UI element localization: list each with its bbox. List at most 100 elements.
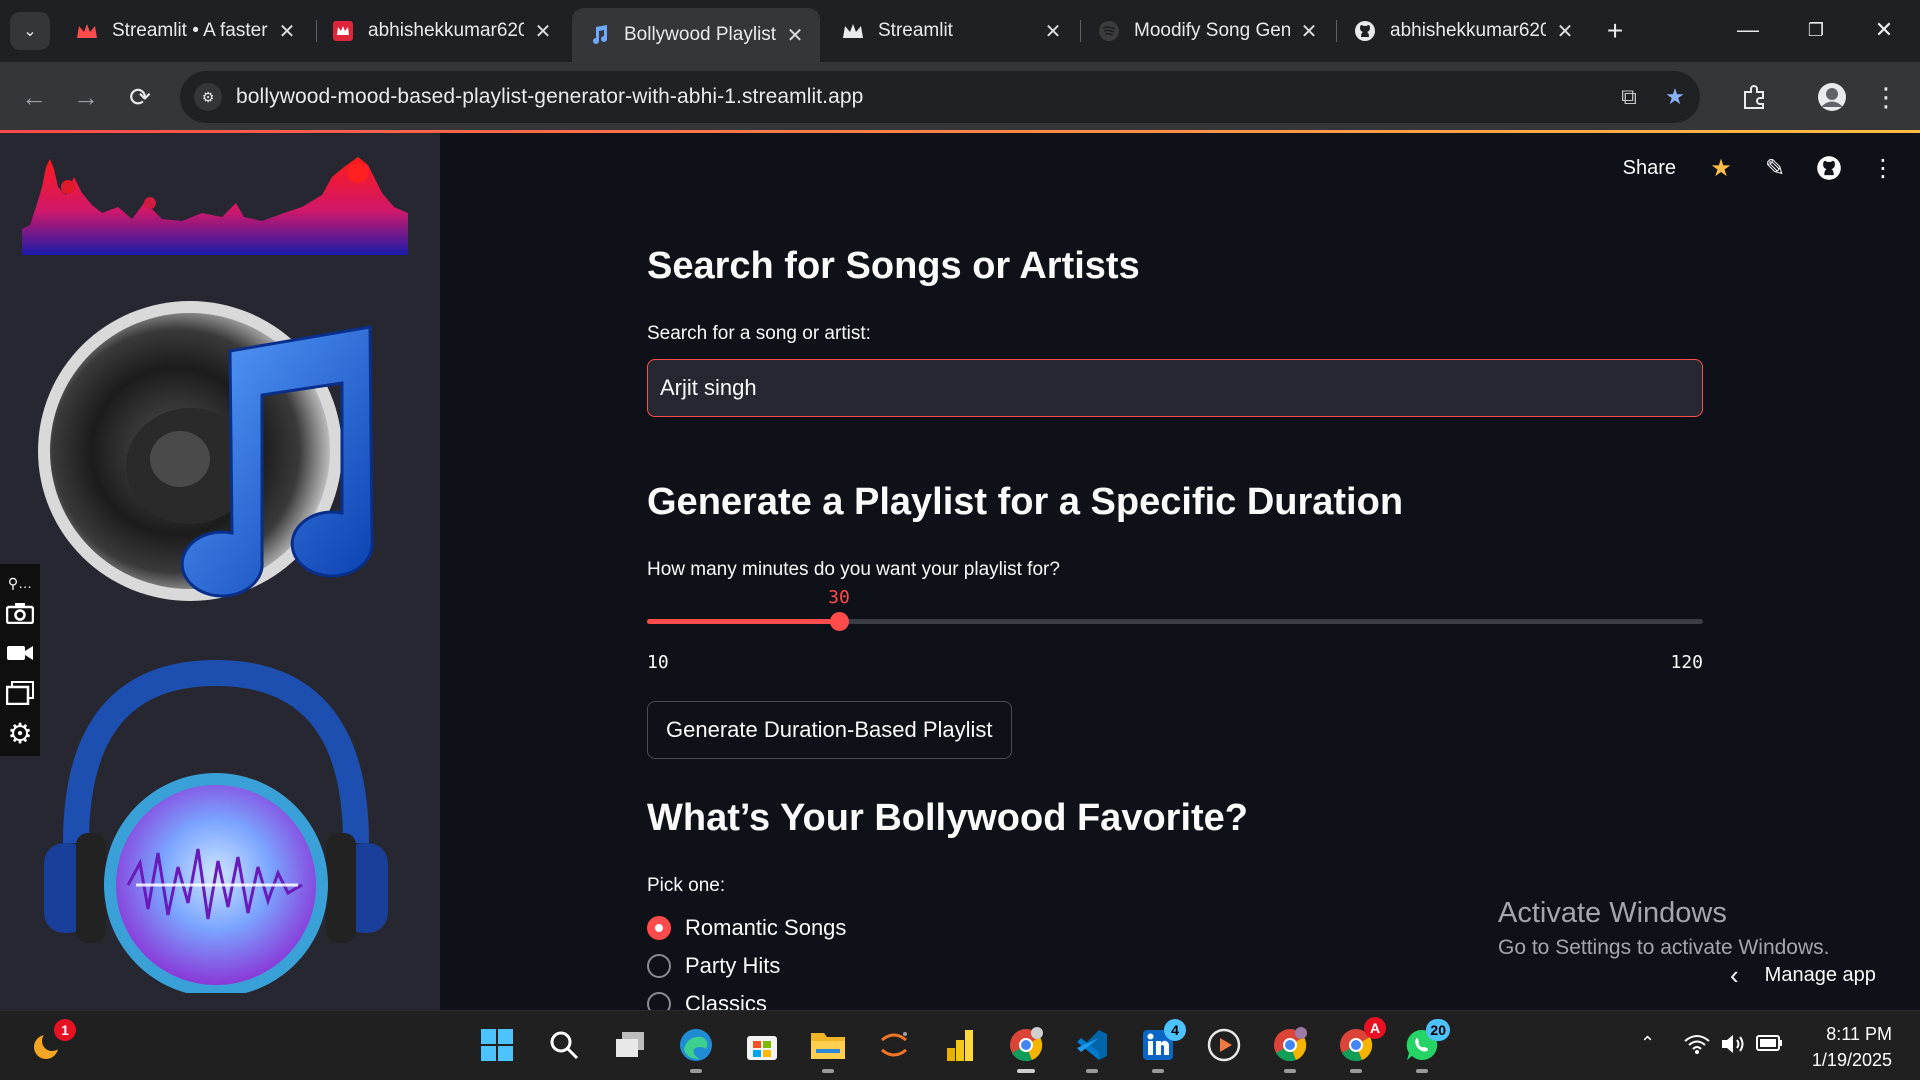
clock-time: 8:11 PM [1826,1024,1892,1044]
chrome-icon[interactable] [1004,1023,1048,1073]
windows-taskbar: 1 4 A 20 ⌃ 8:11 PM 1/19/2025 [0,1010,1920,1080]
tab-title: Streamlit • A faster [112,20,268,41]
window-capture-icon[interactable] [5,678,35,708]
video-camera-icon[interactable] [5,638,35,668]
browser-tab-1[interactable]: abhishekkumar620 ✕ [316,10,568,52]
show-hidden-icons-chevron-up-icon[interactable]: ⌃ [1640,1033,1655,1054]
whatsapp-icon[interactable]: 20 [1400,1019,1450,1073]
restore-button[interactable]: ❐ [1796,12,1836,48]
activate-title: Activate Windows [1498,897,1727,929]
duration-label: How many minutes do you want your playli… [647,559,1060,580]
radio-option-classics[interactable]: Classics [647,991,767,1010]
slider-min-label: 10 [647,652,669,673]
notification-badge: 1 [54,1019,76,1041]
window-close-button[interactable]: ✕ [1864,12,1904,48]
streamlit-crown-icon [842,20,864,42]
linkedin-icon[interactable]: 4 [1136,1019,1186,1073]
close-icon[interactable]: ✕ [1554,20,1576,43]
favorite-heading: What’s Your Bollywood Favorite? [647,797,1249,839]
jupyter-icon[interactable] [872,1023,916,1067]
slider-thumb[interactable] [830,612,849,631]
linkedin-badge: 4 [1164,1019,1186,1041]
close-icon[interactable]: ✕ [1042,20,1064,43]
weather-widget-icon[interactable]: 1 [26,1019,76,1067]
share-button[interactable]: Share [1623,157,1676,180]
tab-title: Streamlit [878,20,953,41]
task-view-icon[interactable] [608,1023,652,1067]
browser-tab-bar: ⌄ Streamlit • A faster ✕ abhishekkumar62… [0,0,1920,62]
radio-option-party[interactable]: Party Hits [647,953,780,979]
search-label: Search for a song or artist: [647,323,871,344]
system-clock[interactable]: 8:11 PM 1/19/2025 [1812,1021,1892,1073]
browser-tab-5[interactable]: abhishekkumar620 ✕ [1338,10,1590,52]
close-icon[interactable]: ✕ [276,20,298,43]
browser-tab-0[interactable]: Streamlit • A faster ✕ [60,10,312,52]
back-arrow-icon[interactable]: ← [16,79,52,115]
microsoft-store-icon[interactable] [740,1023,784,1067]
app-header: Share ★ ✎ ⋮ [1623,151,1900,185]
radio-label: Classics [685,991,767,1010]
site-info-icon[interactable]: ⚙ [194,83,222,111]
browser-tab-4[interactable]: Moodify Song Gen ✕ [1082,10,1334,52]
radio-option-romantic[interactable]: Romantic Songs [647,915,846,941]
wifi-icon[interactable] [1684,1033,1710,1061]
star-icon[interactable]: ★ [1704,151,1738,185]
spotify-icon [1098,20,1120,42]
search-input[interactable] [647,359,1703,417]
radio-unchecked-icon[interactable] [647,954,671,978]
radio-checked-icon[interactable] [647,916,671,940]
radio-unchecked-icon[interactable] [647,992,671,1010]
clock-date: 1/19/2025 [1811,1050,1892,1070]
extensions-puzzle-icon[interactable] [1736,79,1772,115]
browser-tab-3[interactable]: Streamlit ✕ [826,10,1078,52]
more-vertical-icon[interactable]: ⋮ [1868,79,1904,115]
volume-icon[interactable] [1720,1033,1746,1061]
generate-duration-playlist-button[interactable]: Generate Duration-Based Playlist [647,701,1012,759]
slider-max-label: 120 [1670,652,1703,673]
manage-app-button[interactable]: ‹ Manage app [1730,960,1876,991]
chevron-left-icon: ‹ [1730,960,1739,990]
new-tab-button[interactable]: + [1598,14,1632,48]
close-icon[interactable]: ✕ [532,20,554,43]
battery-icon[interactable] [1756,1033,1784,1059]
open-external-icon[interactable]: ⧉ [1614,83,1644,111]
power-bi-icon[interactable] [938,1023,982,1067]
chrome-profile-3-icon[interactable]: A [1334,1017,1386,1073]
radio-label: Romantic Songs [685,915,847,940]
url-text[interactable]: bollywood-mood-based-playlist-generator-… [236,85,863,109]
browser-tab-2[interactable]: Bollywood Playlist ✕ [572,8,820,62]
address-bar[interactable]: ⚙ bollywood-mood-based-playlist-generato… [180,71,1700,123]
edge-browser-icon[interactable] [674,1023,718,1073]
github-icon[interactable] [1812,151,1846,185]
media-player-icon[interactable] [1202,1023,1246,1067]
slider-value-label: 30 [828,587,850,608]
profile-avatar[interactable] [1814,79,1850,115]
reload-icon[interactable]: ⟳ [122,79,158,115]
manage-app-label: Manage app [1764,964,1876,986]
pin-more-icon[interactable]: ⚲… [5,568,35,598]
main-content: Share ★ ✎ ⋮ Search for Songs or Artists … [440,133,1920,1010]
camera-icon[interactable] [5,598,35,628]
whatsapp-badge: 20 [1426,1019,1450,1041]
screen-recorder-toolbar: ⚲… ⚙ [0,564,40,756]
search-heading: Search for Songs or Artists [647,245,1140,287]
activate-subtitle: Go to Settings to activate Windows. [1498,936,1830,959]
edit-pencil-icon[interactable]: ✎ [1758,151,1792,185]
more-vertical-icon[interactable]: ⋮ [1866,151,1900,185]
search-icon[interactable] [542,1023,586,1067]
vscode-icon[interactable] [1070,1023,1114,1073]
chevron-down-icon: ⌄ [23,23,37,40]
concert-banner-image [22,157,408,255]
file-explorer-icon[interactable] [806,1023,850,1073]
tab-search-button[interactable]: ⌄ [10,12,50,50]
minimize-button[interactable]: — [1728,12,1768,48]
duration-slider[interactable]: 30 10 120 [647,585,1703,673]
forward-arrow-icon[interactable]: → [68,79,104,115]
start-windows-icon[interactable] [475,1023,519,1067]
chrome-profile-2-icon[interactable] [1268,1023,1312,1073]
close-icon[interactable]: ✕ [1298,20,1320,43]
settings-gear-icon[interactable]: ⚙ [5,718,35,749]
chrome-profile-badge: A [1364,1017,1386,1039]
close-icon[interactable]: ✕ [784,24,806,47]
bookmark-star-icon[interactable]: ★ [1660,83,1690,111]
